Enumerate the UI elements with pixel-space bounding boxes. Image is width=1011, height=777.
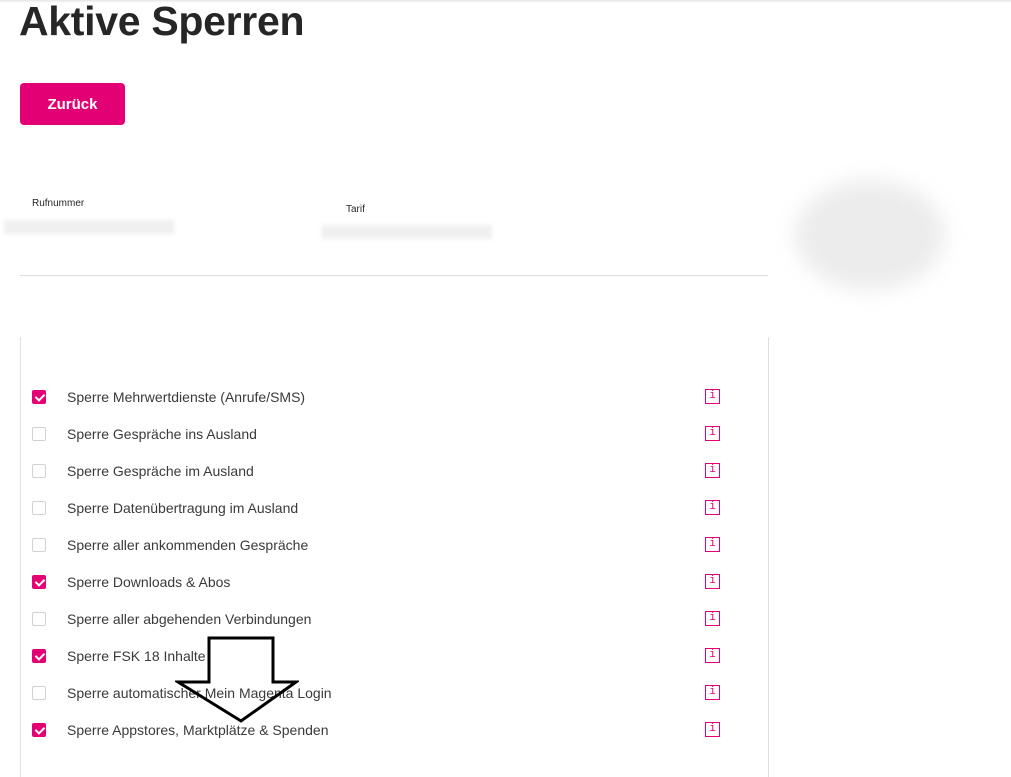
tariff-value-redacted (322, 225, 492, 239)
lock-checkbox[interactable] (32, 390, 46, 404)
info-icon[interactable]: i (705, 500, 720, 515)
phone-number-value-redacted (4, 220, 174, 234)
lock-label: Sperre Mehrwertdienste (Anrufe/SMS) (67, 389, 306, 405)
arrow-outline-icon (175, 636, 299, 723)
lock-row: Sperre automatischer Mein Magenta Login i (32, 684, 722, 704)
lock-label: Sperre aller abgehenden Verbindungen (67, 611, 312, 627)
tariff-label: Tarif (346, 204, 365, 215)
lock-row: Sperre aller abgehenden Verbindungen i (32, 610, 722, 630)
lock-row: Sperre Gespräche im Ausland i (32, 462, 722, 482)
info-icon[interactable]: i (705, 426, 720, 441)
divider (20, 275, 768, 276)
lock-row: Sperre Mehrwertdienste (Anrufe/SMS) i (32, 388, 722, 408)
info-icon[interactable]: i (705, 611, 720, 626)
lock-label: Sperre Datenübertragung im Ausland (67, 500, 299, 516)
info-icon[interactable]: i (705, 685, 720, 700)
lock-row: Sperre aller ankommenden Gespräche i (32, 536, 722, 556)
info-icon[interactable]: i (705, 389, 720, 404)
lock-label: Sperre Gespräche ins Ausland (67, 426, 257, 442)
info-icon[interactable]: i (705, 574, 720, 589)
info-icon[interactable]: i (705, 463, 720, 478)
info-icon[interactable]: i (705, 722, 720, 737)
lock-checkbox[interactable] (32, 649, 46, 663)
lock-checkbox[interactable] (32, 464, 46, 478)
back-button[interactable]: Zurück (20, 83, 125, 125)
lock-row: Sperre Appstores, Marktplätze & Spenden i (32, 721, 722, 741)
lock-label: Sperre Appstores, Marktplätze & Spenden (67, 722, 329, 738)
info-icon[interactable]: i (705, 537, 720, 552)
redacted-side-info (795, 180, 945, 290)
lock-label: Sperre aller ankommenden Gespräche (67, 537, 309, 553)
info-icon[interactable]: i (705, 648, 720, 663)
lock-row: Sperre Gespräche ins Ausland i (32, 425, 722, 445)
lock-label: Sperre Downloads & Abos (67, 574, 231, 590)
lock-checkbox[interactable] (32, 723, 46, 737)
lock-checkbox[interactable] (32, 427, 46, 441)
phone-number-label: Rufnummer (32, 198, 85, 209)
lock-label: Sperre Gespräche im Ausland (67, 463, 254, 479)
lock-checkbox[interactable] (32, 686, 46, 700)
down-arrow-annotation (175, 636, 299, 723)
lock-row: Sperre Datenübertragung im Ausland i (32, 499, 722, 519)
lock-checkbox[interactable] (32, 501, 46, 515)
lock-row: Sperre FSK 18 Inhalte i (32, 647, 722, 667)
lock-checkbox[interactable] (32, 575, 46, 589)
lock-checkbox[interactable] (32, 538, 46, 552)
lock-checkbox[interactable] (32, 612, 46, 626)
page-title: Aktive Sperren (19, 0, 305, 44)
lock-row: Sperre Downloads & Abos i (32, 573, 722, 593)
